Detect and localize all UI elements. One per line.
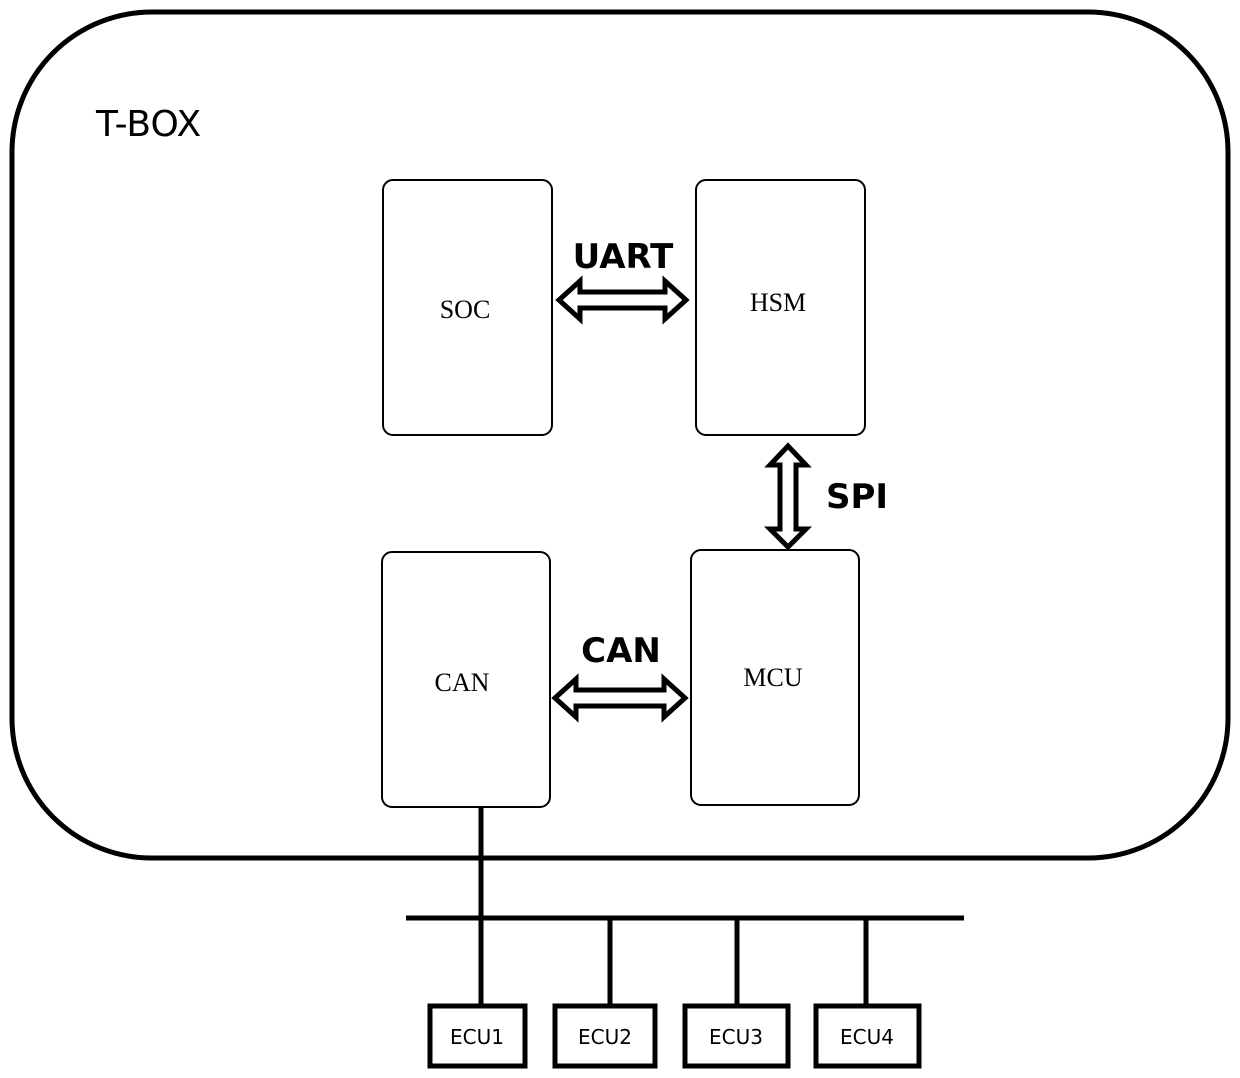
uart-link: UART	[555, 237, 690, 325]
can-link-label: CAN	[581, 631, 661, 671]
tbox-label: T-BOX	[95, 104, 201, 145]
soc-label: SOC	[440, 295, 491, 324]
can-bus	[406, 807, 964, 1005]
tbox-architecture-diagram: T-BOX SOC HSM CAN MCU UART SPI CAN ECU1 …	[9, 9, 1231, 1069]
uart-double-arrow-icon	[555, 275, 690, 325]
can-module-label: CAN	[435, 668, 490, 697]
can-double-arrow-icon	[551, 673, 689, 723]
ecu-label: ECU3	[709, 1025, 763, 1049]
soc-module: SOC	[382, 179, 553, 436]
can-module: CAN	[381, 551, 551, 808]
can-link: CAN	[551, 631, 689, 723]
hsm-label: HSM	[750, 288, 806, 317]
ecu-node: ECU2	[552, 1003, 658, 1069]
uart-label: UART	[573, 237, 675, 277]
ecu-label: ECU4	[840, 1025, 894, 1049]
spi-double-arrow-icon	[763, 442, 813, 551]
ecu-label: ECU1	[450, 1025, 504, 1049]
ecu-node: ECU1	[427, 1003, 528, 1069]
ecu-node: ECU3	[682, 1003, 791, 1069]
hsm-module: HSM	[695, 179, 866, 436]
mcu-label: MCU	[743, 663, 802, 692]
spi-link: SPI	[763, 442, 888, 551]
spi-label: SPI	[826, 477, 888, 517]
ecu-node: ECU4	[813, 1003, 922, 1069]
ecu-label: ECU2	[578, 1025, 632, 1049]
mcu-module: MCU	[690, 549, 860, 806]
